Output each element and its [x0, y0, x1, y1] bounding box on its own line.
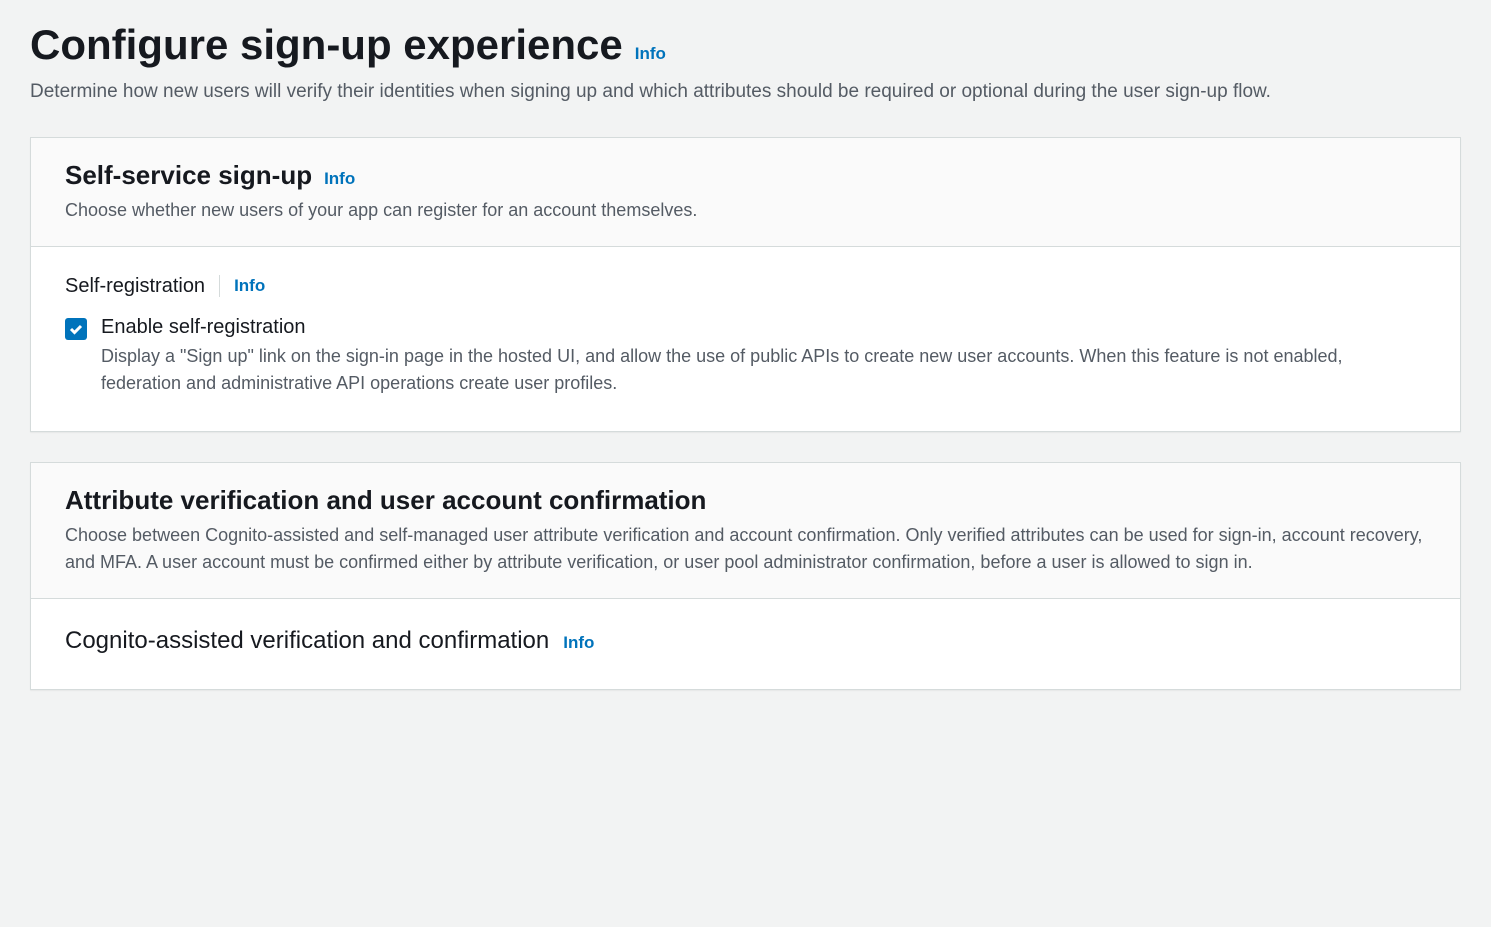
verification-title-row: Attribute verification and user account … [65, 485, 1426, 516]
checkbox-content: Enable self-registration Display a "Sign… [101, 316, 1426, 397]
page-info-link[interactable]: Info [635, 44, 666, 64]
verification-panel: Attribute verification and user account … [30, 462, 1461, 690]
self-service-description: Choose whether new users of your app can… [65, 197, 1426, 224]
self-registration-label: Self-registration [65, 275, 205, 298]
enable-self-registration-label: Enable self-registration [101, 316, 1426, 339]
page-title: Configure sign-up experience [30, 20, 623, 70]
cognito-assisted-title: Cognito-assisted verification and confir… [65, 627, 549, 655]
self-service-info-link[interactable]: Info [324, 169, 355, 189]
checkmark-icon [68, 321, 84, 337]
self-service-title-row: Self-service sign-up Info [65, 160, 1426, 191]
cognito-assisted-row: Cognito-assisted verification and confir… [65, 627, 1426, 655]
self-service-title: Self-service sign-up [65, 160, 312, 191]
enable-self-registration-row: Enable self-registration Display a "Sign… [65, 316, 1426, 397]
verification-description: Choose between Cognito-assisted and self… [65, 522, 1426, 576]
verification-title: Attribute verification and user account … [65, 485, 706, 516]
page-title-row: Configure sign-up experience Info [30, 20, 1461, 70]
cognito-assisted-info-link[interactable]: Info [563, 633, 594, 653]
self-service-panel: Self-service sign-up Info Choose whether… [30, 137, 1461, 432]
enable-self-registration-description: Display a "Sign up" link on the sign-in … [101, 343, 1426, 397]
verification-panel-body: Cognito-assisted verification and confir… [31, 599, 1460, 689]
verification-panel-header: Attribute verification and user account … [31, 463, 1460, 599]
self-registration-info-link[interactable]: Info [234, 276, 265, 296]
enable-self-registration-checkbox[interactable] [65, 318, 87, 340]
page-header: Configure sign-up experience Info Determ… [30, 20, 1461, 107]
label-divider [219, 275, 220, 297]
page-description: Determine how new users will verify thei… [30, 78, 1461, 107]
self-service-panel-header: Self-service sign-up Info Choose whether… [31, 138, 1460, 247]
self-registration-label-row: Self-registration Info [65, 275, 1426, 298]
self-service-panel-body: Self-registration Info Enable self-regis… [31, 247, 1460, 431]
